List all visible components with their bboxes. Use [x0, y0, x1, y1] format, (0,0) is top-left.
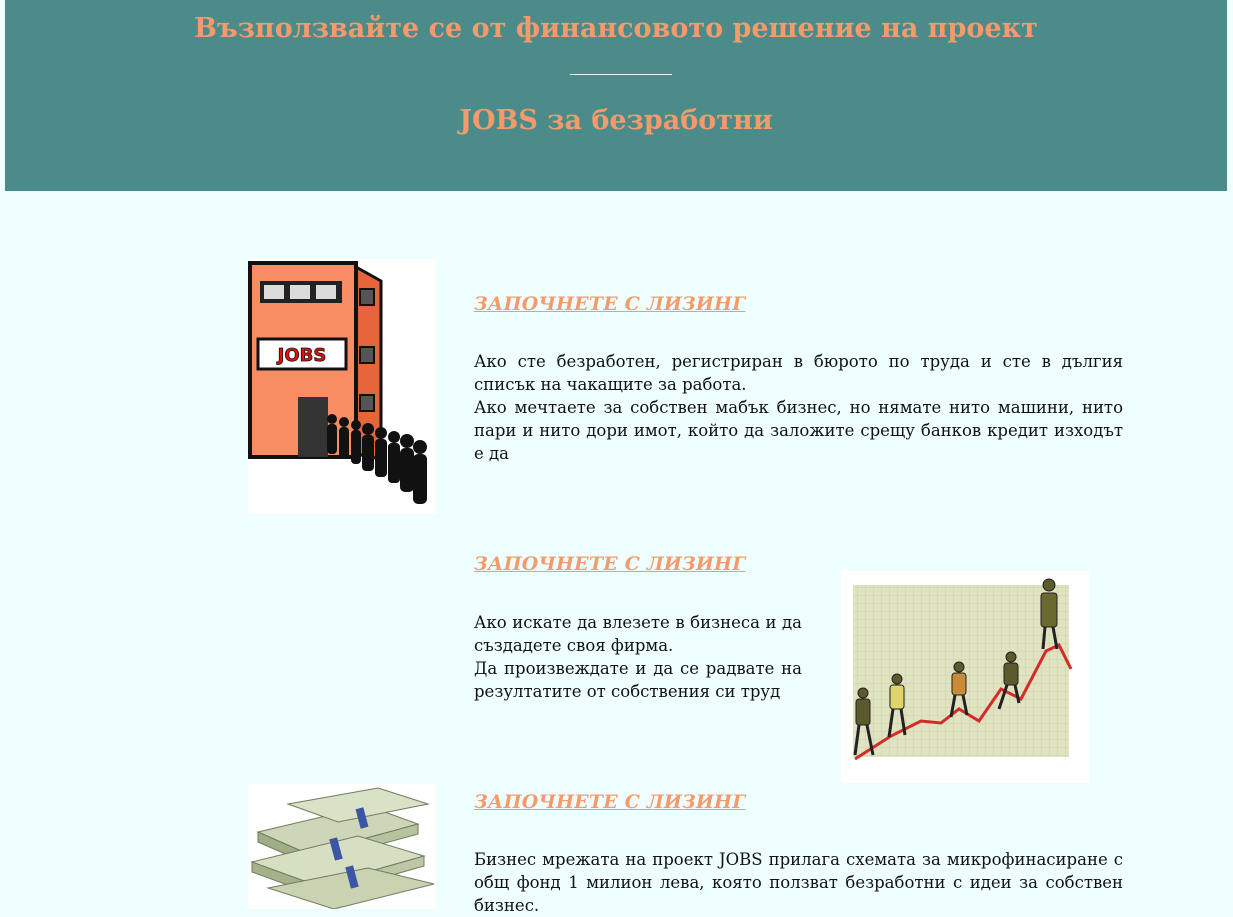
page-header: Възползвайте се от финансовото решение н… — [5, 0, 1227, 191]
header-divider — [570, 74, 672, 75]
section-2-paragraph-1: Ако искате да влезете в бизнеса и да съз… — [474, 613, 802, 655]
section-text-3: Бизнес мрежата на проект JOBS прилага сх… — [474, 848, 1123, 917]
section-text-1: Ако сте безработен, регистриран в бюрото… — [474, 350, 1123, 465]
growth-climb-image — [841, 571, 1089, 783]
jobs-building-image: JOBS — [248, 259, 436, 514]
section-2-paragraph-2: Да произвеждате и да се радвате на резул… — [474, 659, 802, 701]
header-title: Възползвайте се от финансовото решение н… — [194, 13, 1038, 44]
section-3-paragraph-1: Бизнес мрежата на проект JOBS прилага сх… — [474, 850, 1123, 915]
section-1-paragraph-2: Ако мечтаете за собствен мабък бизнес, н… — [474, 398, 1123, 463]
climbing-chart-illustration — [853, 578, 1073, 761]
section-heading-3[interactable]: ЗАПОЧНЕТЕ С ЛИЗИНГ — [474, 791, 746, 813]
money-stacks-image — [248, 784, 436, 909]
section-1-paragraph-1: Ако сте безработен, регистриран в бюрото… — [474, 352, 1123, 394]
section-heading-2[interactable]: ЗАПОЧНЕТЕ С ЛИЗИНГ — [474, 553, 746, 575]
money-stacks-illustration — [248, 784, 436, 909]
jobs-sign-label: JOBS — [276, 345, 327, 366]
section-text-2: Ако искате да влезете в бизнеса и да съз… — [474, 611, 802, 703]
header-subtitle: JOBS за безработни — [459, 105, 773, 136]
section-heading-1[interactable]: ЗАПОЧНЕТЕ С ЛИЗИНГ — [474, 293, 746, 315]
jobs-building-illustration: JOBS — [248, 261, 427, 504]
